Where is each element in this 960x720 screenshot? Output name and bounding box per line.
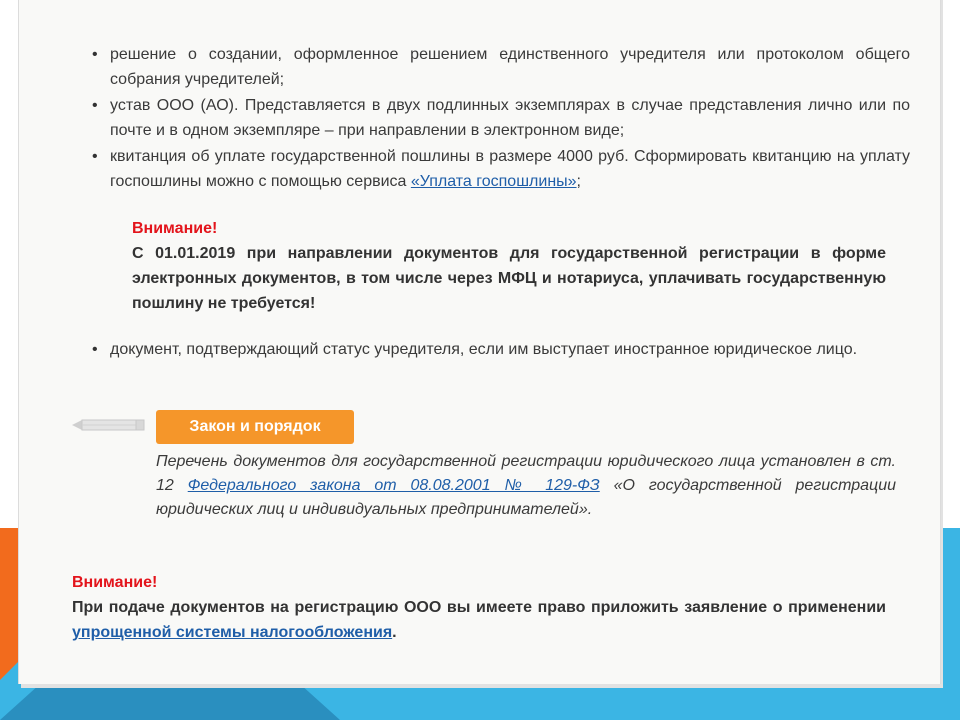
bullet-icon: • (92, 148, 98, 165)
documents-list: • решение о создании, оформленное решени… (92, 42, 910, 194)
attention-block-tax: Внимание! При подаче документов на регис… (72, 570, 886, 645)
law-text: Перечень документов для государственной … (156, 450, 896, 522)
documents-list-continued: • документ, подтверждающий статус учреди… (92, 337, 910, 362)
fee-service-link[interactable]: «Уплата госпошлины» (411, 173, 577, 190)
attention-text: При подаче документов на регистрацию ООО… (72, 595, 886, 645)
list-item-foreign-founder: • документ, подтверждающий статус учреди… (92, 337, 910, 362)
attention-text: С 01.01.2019 при направлении документов … (132, 245, 886, 312)
attention-title: Внимание! (72, 574, 158, 591)
attention-title: Внимание! (132, 220, 218, 237)
pencil-icon (72, 419, 145, 431)
federal-law-link[interactable]: Федерального закона от 08.08.2001 № 129-… (188, 477, 600, 494)
bullet-icon: • (92, 341, 98, 358)
simplified-tax-link[interactable]: упрощенной системы налогообложения (72, 624, 392, 641)
list-item-text: устав ООО (АО). Представляется в двух по… (110, 97, 910, 139)
attention-block-fee: Внимание! С 01.01.2019 при направлении д… (132, 216, 886, 316)
bullet-icon: • (92, 46, 98, 63)
list-item-charter: • устав ООО (АО). Представляется в двух … (92, 93, 910, 143)
list-item-decision: • решение о создании, оформленное решени… (92, 42, 910, 92)
attention-text-end: . (392, 624, 397, 641)
attention-text-start: При подаче документов на регистрацию ООО… (72, 599, 886, 616)
list-item-text: документ, подтверждающий статус учредите… (110, 341, 858, 358)
list-item-text: решение о создании, оформленное решением… (110, 46, 910, 88)
list-item-receipt: • квитанция об уплате государственной по… (92, 144, 910, 194)
bullet-icon: • (92, 97, 98, 114)
law-badge: Закон и порядок (156, 410, 354, 444)
list-item-text-end: ; (576, 173, 581, 190)
